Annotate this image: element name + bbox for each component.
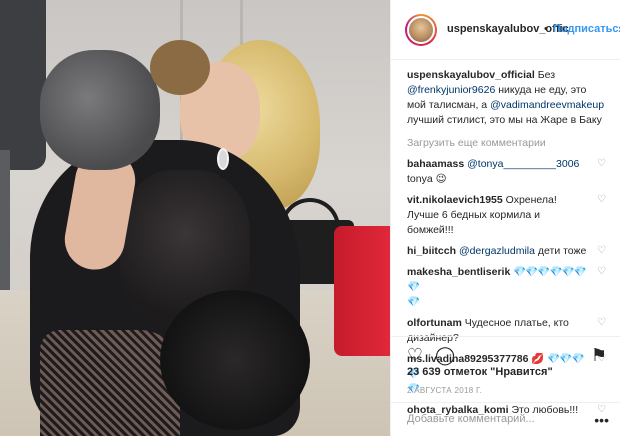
caption-text: Без (537, 69, 556, 81)
like-heart-icon[interactable]: ♡ (405, 345, 425, 365)
more-options-icon[interactable]: ••• (594, 412, 609, 428)
bookmark-icon[interactable]: ⚑ (589, 345, 609, 365)
photo-dog-head (150, 40, 210, 95)
comment-item: bahaamass @tonya_________3006 tonya 😉 ♡ (407, 157, 607, 187)
photo-dog-body (40, 50, 160, 170)
heart-icon[interactable]: ♡ (597, 246, 607, 256)
post-caption: uspenskayalubov_official Без @frenkyjuni… (407, 68, 607, 128)
comment-text: дети тоже (537, 245, 587, 257)
post-photo[interactable] (0, 0, 390, 436)
photo-chair (0, 0, 46, 170)
post-header: uspenskayalubov_offic • Подписаться (391, 0, 620, 60)
comment-username[interactable]: makesha_bentliserik (407, 266, 510, 278)
avatar[interactable] (407, 16, 435, 44)
add-comment-input[interactable] (407, 413, 587, 425)
header-separator: • (544, 23, 548, 35)
comment-text: tonya 😉 (407, 173, 447, 185)
comment-item: makesha_bentliserik 💎💎💎💎💎💎💎 💎 ♡ (407, 265, 607, 310)
photo-feathers (160, 290, 310, 430)
comment-icon[interactable]: ◯ (435, 345, 455, 365)
load-more-comments-link[interactable]: Загрузить еще комментарии (407, 136, 607, 151)
comment-username[interactable]: vit.nikolaevich1955 (407, 194, 503, 206)
instagram-post: uspenskayalubov_offic • Подписаться uspe… (0, 0, 620, 436)
photo-earring (217, 148, 229, 170)
post-actions: ♡ ◯ ⚑ (391, 336, 620, 366)
photo-chair-leg (0, 150, 10, 290)
heart-icon[interactable]: ♡ (597, 195, 607, 205)
caption-text: лучший стилист, это мы на Жаре в Баку (407, 114, 602, 126)
comment-item: vit.nikolaevich1955 Охренела! Лучше 6 бе… (407, 193, 607, 238)
caption-username[interactable]: uspenskayalubov_official (407, 69, 535, 81)
photo-legs (40, 330, 180, 436)
comment-mention[interactable]: @tonya_________3006 (467, 158, 579, 170)
heart-icon[interactable]: ♡ (597, 318, 607, 328)
comment-username[interactable]: bahaamass (407, 158, 464, 170)
comment-username[interactable]: olfortunam (407, 317, 462, 329)
caption-mention[interactable]: @frenkyjunior9626 (407, 84, 495, 96)
photo-red-bag (334, 226, 390, 356)
avatar-story-ring[interactable] (405, 14, 437, 46)
likes-count[interactable]: 23 639 отметок "Нравится" (407, 366, 553, 378)
add-comment-bar: ••• (391, 402, 620, 436)
post-date[interactable]: 2 АВГУСТА 2018 Г. (407, 386, 482, 395)
heart-icon[interactable]: ♡ (597, 159, 607, 169)
header-username[interactable]: uspenskayalubov_offic (447, 23, 569, 35)
post-sidebar: uspenskayalubov_offic • Подписаться uspe… (390, 0, 620, 436)
follow-button[interactable]: Подписаться (553, 23, 620, 35)
gem-emoji: 💎 (407, 296, 420, 308)
caption-mention[interactable]: @vadimandreevmakeup (490, 99, 604, 111)
comment-item: hi_biitcch @dergazludmila дети тоже ♡ (407, 244, 607, 259)
heart-icon[interactable]: ♡ (597, 267, 607, 277)
comment-mention[interactable]: @dergazludmila (459, 245, 535, 257)
comment-username[interactable]: hi_biitcch (407, 245, 456, 257)
